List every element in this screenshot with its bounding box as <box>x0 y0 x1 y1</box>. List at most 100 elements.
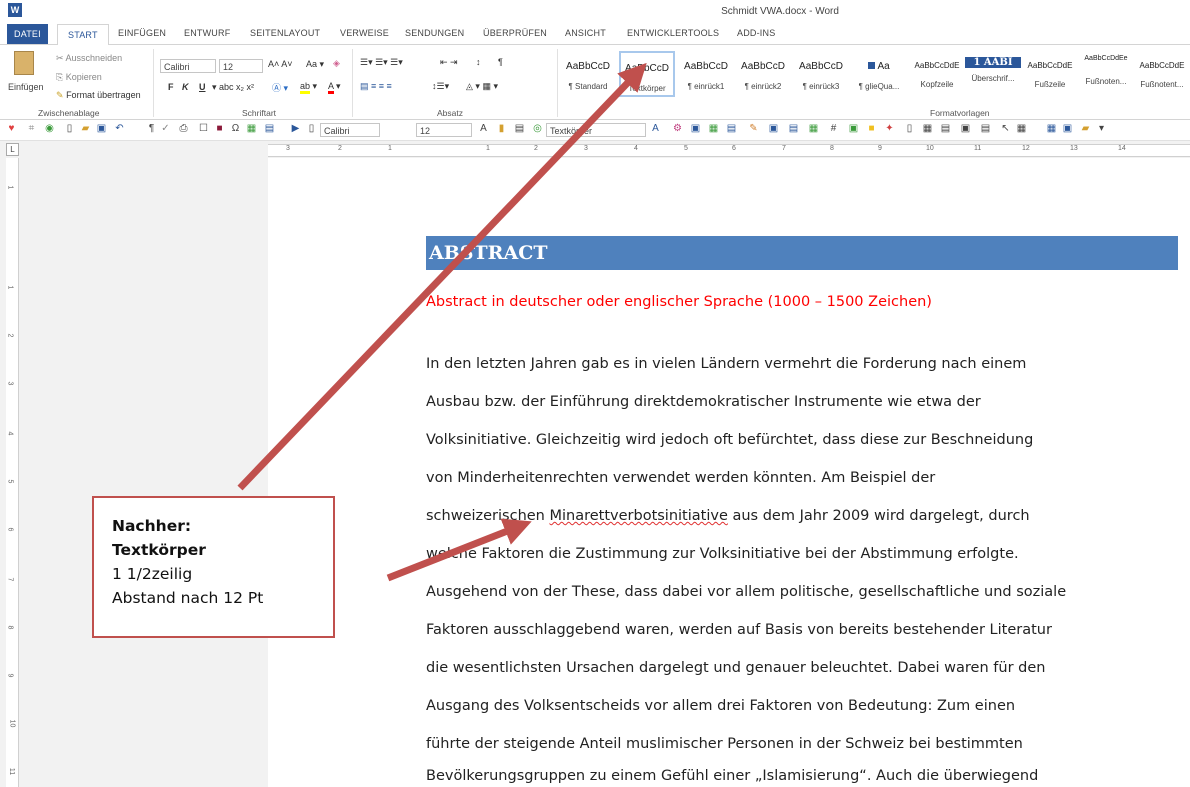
tool-icon[interactable]: ▤ <box>726 123 737 134</box>
tool-icon[interactable]: ▯ <box>904 123 915 134</box>
body-line[interactable]: die wesentlichsten Ursachen dargelegt un… <box>426 660 1045 676</box>
spellcheck-icon[interactable]: ✓ <box>160 123 171 134</box>
font-color-icon[interactable]: A ▾ <box>328 81 341 94</box>
misspelled-word[interactable]: Minarettverbotsinitiative <box>549 508 727 524</box>
tool-icon[interactable]: ▤ <box>980 123 991 134</box>
tab-ansicht[interactable]: ANSICHT <box>565 28 606 38</box>
cut-button[interactable]: ✂ Ausschneiden <box>56 53 122 64</box>
table-dropdown-icon[interactable]: ▦ <box>1016 123 1027 134</box>
qat-size-dropdown[interactable]: 12 <box>416 123 472 137</box>
save-icon[interactable]: ▣ <box>96 123 107 134</box>
style-ueberschrift[interactable]: 1 AABI Überschrif... <box>965 51 1021 97</box>
highlight-color-icon[interactable]: ab ▾ <box>300 81 317 94</box>
style-textkoerper[interactable]: AaBbCcD Textkörper <box>619 51 675 97</box>
tool-icon[interactable]: ▦ <box>808 123 819 134</box>
font-size-dropdown[interactable]: 12 <box>219 59 263 73</box>
body-line[interactable]: führte der steigende Anteil muslimischer… <box>426 736 1023 752</box>
body-line[interactable]: welche Faktoren die Zustimmung zur Volks… <box>426 546 1019 562</box>
body-line[interactable]: Bevölkerungsgruppen zu einem Gefühl eine… <box>426 768 1038 784</box>
paste-button[interactable]: Einfügen <box>8 82 44 92</box>
list-buttons[interactable]: ☰▾ ☰▾ ☰▾ <box>360 57 403 68</box>
undo-icon[interactable]: ↶ <box>114 123 125 134</box>
style-fussnotentext[interactable]: AaBbCcDdE Fußnotent... <box>1134 51 1190 97</box>
body-line[interactable]: Ausgehend von der These, dass dabei vor … <box>426 584 1066 600</box>
format-painter-button[interactable]: ✎ Format übertragen <box>56 90 141 101</box>
customize-qat-icon[interactable]: ▾ <box>1096 123 1107 134</box>
tool-icon[interactable]: ▣ <box>848 123 859 134</box>
tab-add-ins[interactable]: ADD-INS <box>737 28 775 38</box>
tool-icon[interactable]: ✎ <box>748 123 759 134</box>
abstract-subtitle[interactable]: Abstract in deutscher oder englischer Sp… <box>426 294 932 310</box>
change-case-button[interactable]: Aa ▾ <box>306 59 324 70</box>
body-line[interactable]: schweizerischen Minarettverbotsinitiativ… <box>426 508 1030 524</box>
font-name-dropdown[interactable]: Calibri <box>160 59 216 73</box>
pilcrow-icon[interactable]: ¶ <box>146 123 157 134</box>
highlight-square-icon[interactable]: ■ <box>866 123 877 134</box>
layout-icon[interactable]: ▤ <box>264 123 275 134</box>
qat-style-dropdown[interactable]: Textkörper <box>546 123 646 137</box>
tab-einfuegen[interactable]: EINFÜGEN <box>118 28 166 38</box>
lock-icon[interactable]: ▰ <box>1080 123 1091 134</box>
paste-icon[interactable] <box>14 51 34 75</box>
tab-seitenlayout[interactable]: SEITENLAYOUT <box>250 28 320 38</box>
style-einrueck3[interactable]: AaBbCcD ¶ einrück3 <box>793 51 849 97</box>
tool-icon[interactable]: ▤ <box>940 123 951 134</box>
format-icons[interactable]: ⚙ <box>672 123 683 134</box>
print-preview-icon[interactable]: ⎙ <box>178 123 189 134</box>
tab-entwicklertools[interactable]: ENTWICKLERTOOLS <box>627 28 719 38</box>
circle-icon[interactable]: ◉ <box>44 123 55 134</box>
vertical-ruler[interactable]: 1 1 2 3 4 5 6 7 8 9 10 11 <box>6 158 19 787</box>
style-a-icon[interactable]: A <box>650 123 661 134</box>
tool-icon[interactable]: ▤ <box>788 123 799 134</box>
qat-font-dropdown[interactable]: Calibri <box>320 123 380 137</box>
status-circle-icon[interactable]: ◎ <box>532 123 543 134</box>
tool-icon[interactable]: ▣ <box>690 123 701 134</box>
omega-icon[interactable]: Ω <box>230 123 241 134</box>
tab-sendungen[interactable]: SENDUNGEN <box>405 28 464 38</box>
body-line[interactable]: In den letzten Jahren gab es in vielen L… <box>426 356 1026 372</box>
tab-start[interactable]: START <box>57 24 109 46</box>
copy-button[interactable]: ⎘ Kopieren <box>56 72 102 83</box>
heading-abstract[interactable]: ABSTRACT <box>426 236 1178 270</box>
sort-icon[interactable]: ↕ <box>476 57 481 67</box>
open-folder-icon[interactable]: ▰ <box>80 123 91 134</box>
tool-icon[interactable]: ▦ <box>708 123 719 134</box>
style-gliequa[interactable]: Aa ¶ glieQua... <box>851 51 907 97</box>
font-a-icon[interactable]: A <box>478 123 489 134</box>
style-kopfzeile[interactable]: AaBbCcDdE Kopfzeile <box>909 51 965 97</box>
style-standard[interactable]: AaBbCcD ¶ Standard <box>560 51 616 97</box>
body-line[interactable]: Faktoren ausschlaggebend waren, werden a… <box>426 622 1052 638</box>
bold-button[interactable]: F <box>168 82 174 92</box>
style-fusszeile[interactable]: AaBbCcDdE Fußzeile <box>1022 51 1078 97</box>
clear-format-icon[interactable]: ◈ <box>333 58 340 69</box>
tool-icon[interactable]: ✦ <box>884 123 895 134</box>
tool-icon[interactable]: ▣ <box>960 123 971 134</box>
style-einrueck1[interactable]: AaBbCcD ¶ einrück1 <box>678 51 734 97</box>
tab-verweise[interactable]: VERWEISE <box>340 28 389 38</box>
doc-lines-icon[interactable]: ▤ <box>514 123 525 134</box>
body-line[interactable]: Volksinitiative. Gleichzeitig wird jedoc… <box>426 432 1033 448</box>
view-icon[interactable]: ▦ <box>1046 123 1057 134</box>
tab-file[interactable]: DATEI <box>7 24 48 44</box>
view-icon[interactable]: ▣ <box>1062 123 1073 134</box>
strike-sub-super-buttons[interactable]: ▾ abc x₂ x² <box>212 82 254 93</box>
tool-icon[interactable]: # <box>828 123 839 134</box>
cursor-icon[interactable]: ↖ <box>1000 123 1011 134</box>
grow-shrink-font-buttons[interactable]: A˄ A˅ <box>268 59 293 69</box>
pilcrow-icon[interactable]: ¶ <box>498 57 503 67</box>
underline-button[interactable]: U <box>199 82 206 92</box>
horizontal-ruler[interactable]: 3 2 1 1 2 3 4 5 6 7 8 9 10 11 12 13 14 <box>268 144 1190 157</box>
tool-icon[interactable]: ▣ <box>768 123 779 134</box>
grid-icon[interactable]: ⌗ <box>26 123 37 134</box>
color-square-icon[interactable]: ■ <box>214 123 225 134</box>
text-effects-icon[interactable]: Ⓐ ▾ <box>272 81 288 94</box>
doc-icon[interactable]: ▯ <box>306 123 317 134</box>
table-icon[interactable]: ▦ <box>246 123 257 134</box>
heart-icon[interactable]: ♥ <box>6 123 17 134</box>
flag-icon[interactable]: ▶ <box>290 123 301 134</box>
body-line[interactable]: von Minderheitenrechten verwendet werden… <box>426 470 935 486</box>
align-buttons[interactable]: ▤ ≡ ≡ ≡ <box>360 81 392 92</box>
shading-border-icons[interactable]: ◬ ▾ ▦ ▾ <box>466 81 498 92</box>
note-icon[interactable]: ▮ <box>496 123 507 134</box>
tab-entwurf[interactable]: ENTWURF <box>184 28 230 38</box>
